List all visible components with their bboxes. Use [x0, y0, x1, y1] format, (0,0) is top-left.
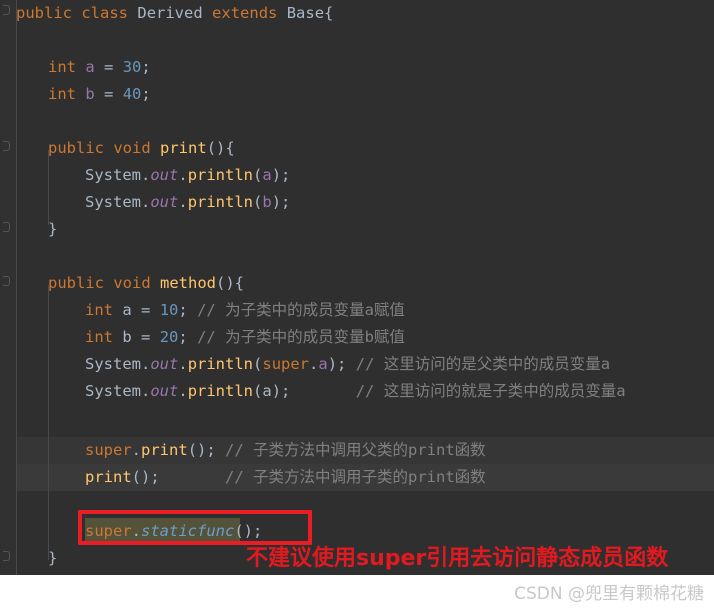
code-line[interactable]: int b = 40;: [0, 81, 714, 108]
screenshot-root: public class Derived extends Base{ int a…: [0, 0, 714, 611]
inline-comment: // 为子类中的成员变量b赋值: [197, 328, 405, 346]
inline-comment: // 这里访问的就是子类中的成员变量a: [355, 382, 626, 400]
code-line[interactable]: print(); // 子类方法中调用子类的print函数: [0, 464, 714, 491]
code-line[interactable]: super.print(); // 子类方法中调用父类的print函数: [0, 437, 714, 464]
code-line[interactable]: System.out.println(super.a); // 这里访问的是父类…: [0, 351, 714, 378]
code-line[interactable]: int b = 20; // 为子类中的成员变量b赋值: [0, 324, 714, 351]
code-editor[interactable]: public class Derived extends Base{ int a…: [0, 0, 714, 575]
code-line[interactable]: public void method(){: [0, 270, 714, 297]
code-line[interactable]: int a = 10; // 为子类中的成员变量a赋值: [0, 297, 714, 324]
code-line[interactable]: }: [0, 216, 714, 243]
code-line[interactable]: System.out.println(a);: [0, 162, 714, 189]
code-line[interactable]: int a = 30;: [0, 54, 714, 81]
code-line[interactable]: System.out.println(a); // 这里访问的就是子类中的成员变…: [0, 378, 714, 405]
code-line[interactable]: System.out.println(b);: [0, 189, 714, 216]
csdn-watermark: CSDN @兜里有颗棉花糖: [514, 584, 704, 604]
inline-comment: // 子类方法中调用父类的print函数: [225, 441, 486, 459]
code-line-highlighted[interactable]: super.staticfunc();: [0, 518, 714, 545]
inline-comment: // 子类方法中调用子类的print函数: [225, 468, 486, 486]
code-line[interactable]: public void print(){: [0, 135, 714, 162]
annotation-note: 不建议使用super引用去访问静态成员函数: [246, 546, 669, 571]
code-text-layer: public class Derived extends Base{ int a…: [0, 0, 714, 575]
inline-comment: // 为子类中的成员变量a赋值: [197, 301, 405, 319]
inline-comment: // 这里访问的是父类中的成员变量a: [355, 355, 611, 373]
code-line[interactable]: public class Derived extends Base{: [0, 0, 714, 27]
